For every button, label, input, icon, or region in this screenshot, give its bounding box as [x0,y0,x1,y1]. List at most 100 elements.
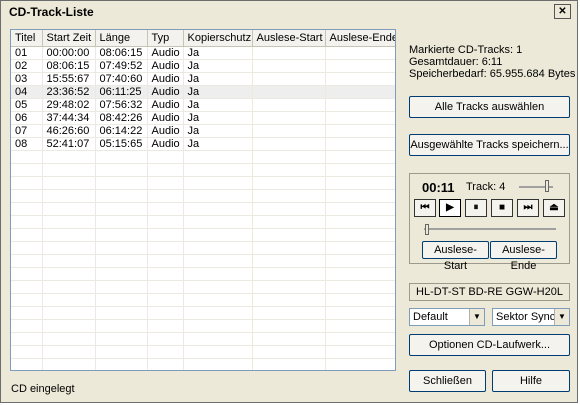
table-cell [325,306,395,320]
table-cell [183,202,253,216]
table-cell [325,85,395,99]
eject-button[interactable]: ⏏ [543,199,565,217]
table-row[interactable] [11,241,395,255]
column-header[interactable]: Länge [95,30,148,47]
pause-button[interactable]: ⏸ [465,199,487,217]
play-button[interactable]: ▶ [439,199,461,217]
table-row[interactable]: 02 08:06:15 07:49:52 Audio Ja [11,59,395,73]
table-cell [147,215,184,229]
save-selected-tracks-button[interactable]: Ausgewählte Tracks speichern... [409,134,570,156]
position-slider-track[interactable] [424,228,556,230]
table-row[interactable] [11,202,395,216]
read-start-button[interactable]: Auslese-Start [422,241,489,272]
table-cell [95,293,148,307]
table-cell [183,280,253,294]
table-row[interactable]: 04 23:36:52 06:11:25 Audio Ja [11,85,395,99]
table-row[interactable]: 05 29:48:02 07:56:32 Audio Ja [11,98,395,112]
table-cell [325,202,395,216]
table-row[interactable] [11,358,395,370]
table-row[interactable] [11,293,395,307]
track-list[interactable]: Titel Start Zeit Länge Typ Kopierschutz Ausle… [10,29,396,371]
table-cell: 29:48:02 [42,98,96,112]
table-cell [325,345,395,359]
table-cell: Audio [147,98,184,112]
column-header[interactable]: Auslese-Start [252,30,326,47]
table-cell [325,332,395,346]
table-cell [95,332,148,346]
stop-button[interactable]: ■ [491,199,513,217]
table-row[interactable]: 08 52:41:07 05:15:65 Audio Ja [11,137,395,151]
table-cell [42,163,96,177]
table-cell [325,150,395,164]
chevron-down-icon[interactable]: ▼ [554,309,569,325]
table-cell [11,254,43,268]
mode-select[interactable]: Default ▼ [409,308,485,326]
next-track-button[interactable]: ⏭ [517,199,539,217]
playback-time: 00:11 [422,180,455,195]
table-cell [95,358,148,370]
table-cell: 01 [11,46,43,60]
column-header[interactable]: Typ [147,30,184,47]
table-cell [325,215,395,229]
track-number: Track: 4 [466,181,506,193]
table-cell [147,176,184,190]
table-cell [252,72,326,86]
table-row[interactable] [11,228,395,242]
table-row[interactable] [11,215,395,229]
table-row[interactable] [11,254,395,268]
volume-slider-thumb[interactable] [545,180,549,192]
table-row[interactable]: 01 00:00:00 08:06:15 Audio Ja [11,46,395,60]
read-end-button[interactable]: Auslese-Ende [490,241,557,272]
table-row[interactable] [11,176,395,190]
player-panel: 00:11 Track: 4 ⏮ ▶ ⏸ ■ ⏭ ⏏ Auslese-Start Ausl… [409,173,570,272]
select-all-tracks-button[interactable]: Alle Tracks auswählen [409,96,570,118]
table-cell: Audio [147,124,184,138]
chevron-down-icon[interactable]: ▼ [469,309,484,325]
table-cell [42,228,96,242]
table-cell [95,280,148,294]
table-cell: Ja [183,137,253,151]
table-row[interactable]: 03 15:55:67 07:40:60 Audio Ja [11,72,395,86]
table-row[interactable] [11,189,395,203]
table-cell [95,345,148,359]
table-cell [147,293,184,307]
drive-options-button[interactable]: Optionen CD-Laufwerk... [409,334,570,356]
table-cell [252,189,326,203]
table-cell [252,267,326,281]
eject-icon: ⏏ [549,202,559,213]
table-row[interactable] [11,150,395,164]
help-button[interactable]: Hilfe [492,370,570,392]
table-cell [252,111,326,125]
column-header[interactable]: Titel [11,30,43,47]
table-row[interactable] [11,306,395,320]
table-row[interactable] [11,163,395,177]
table-row[interactable] [11,267,395,281]
table-cell [252,306,326,320]
table-cell [95,163,148,177]
table-cell [11,280,43,294]
close-button[interactable]: Schließen [409,370,486,392]
table-cell [183,306,253,320]
table-row[interactable]: 07 46:26:60 06:14:22 Audio Ja [11,124,395,138]
previous-track-button[interactable]: ⏮ [414,199,436,217]
table-row[interactable]: 06 37:44:34 08:42:26 Audio Ja [11,111,395,125]
table-cell [252,241,326,255]
table-cell [325,137,395,151]
column-header[interactable]: Start Zeit [42,30,96,47]
table-row[interactable] [11,280,395,294]
table-cell: Audio [147,59,184,73]
table-cell [11,241,43,255]
column-header[interactable]: Auslese-Ende [325,30,395,47]
sync-select[interactable]: Sektor Sync ▼ [492,308,570,326]
table-cell [11,176,43,190]
column-header[interactable]: Kopierschutz [183,30,253,47]
table-cell [42,176,96,190]
table-cell [95,241,148,255]
table-row[interactable] [11,345,395,359]
table-cell [42,306,96,320]
table-cell [183,241,253,255]
close-window-button[interactable]: ✕ [554,4,571,19]
position-slider-thumb[interactable] [424,224,429,235]
table-row[interactable] [11,332,395,346]
table-row[interactable] [11,319,395,333]
